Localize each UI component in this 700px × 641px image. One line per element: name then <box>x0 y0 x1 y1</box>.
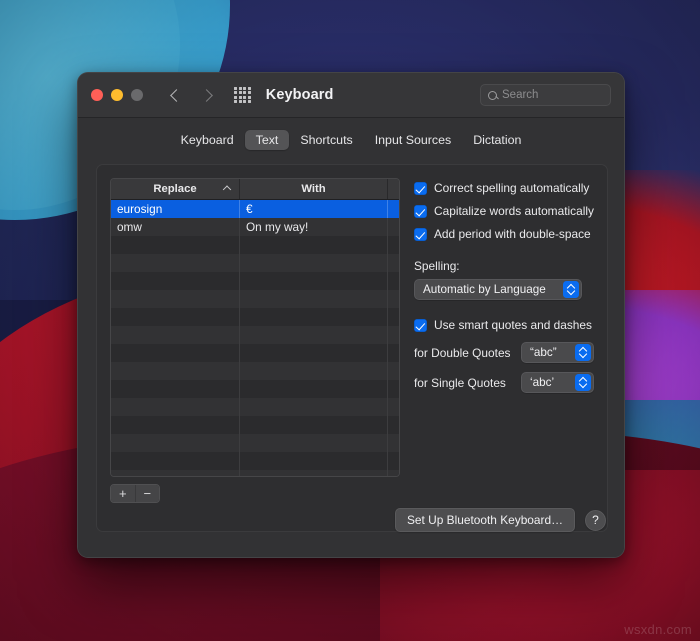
spelling-select[interactable]: Automatic by Language <box>414 279 582 300</box>
forward-icon[interactable] <box>200 88 214 102</box>
preferences-tabbar: Keyboard Text Shortcuts Input Sources Di… <box>96 130 606 150</box>
tab-text[interactable]: Text <box>244 130 290 150</box>
text-settings-panel: Replace With eurosign € omw On my way! +… <box>96 164 608 532</box>
close-button[interactable] <box>91 89 103 101</box>
sort-ascending-icon <box>222 185 232 194</box>
window-titlebar: Keyboard <box>78 73 624 118</box>
zoom-button[interactable] <box>131 89 143 101</box>
double-quotes-select[interactable]: “abc” <box>521 342 594 363</box>
single-quotes-selected-value: ‘abc’ <box>530 376 555 389</box>
checkbox-smart-quotes[interactable]: Use smart quotes and dashes <box>414 318 594 333</box>
checkbox-correct-spelling[interactable]: Correct spelling automatically <box>414 181 594 196</box>
minimize-button[interactable] <box>111 89 123 101</box>
column-header-with[interactable]: With <box>240 179 388 199</box>
table-row-empty[interactable] <box>111 326 399 344</box>
replacements-column: Replace With eurosign € omw On my way! +… <box>110 178 400 518</box>
table-row-empty[interactable] <box>111 380 399 398</box>
table-row-empty[interactable] <box>111 362 399 380</box>
column-header-with-label: With <box>301 183 326 195</box>
table-row-empty[interactable] <box>111 236 399 254</box>
tab-dictation[interactable]: Dictation <box>462 130 532 150</box>
search-field[interactable] <box>480 84 611 106</box>
watermark-text: wsxdn.com <box>624 622 692 637</box>
table-row-empty[interactable] <box>111 416 399 434</box>
cell-replace: eurosign <box>111 200 240 218</box>
desktop-wallpaper: wsxdn.com Keyboard K <box>0 0 700 641</box>
cell-with: € <box>240 200 388 218</box>
checkmark-icon <box>414 319 427 332</box>
window-body: Keyboard Text Shortcuts Input Sources Di… <box>78 118 624 557</box>
navigation-buttons <box>169 88 214 102</box>
page-title: Keyboard <box>265 87 334 103</box>
table-row-empty[interactable] <box>111 452 399 470</box>
single-quotes-row: for Single Quotes ‘abc’ <box>414 372 594 393</box>
single-quotes-label: for Single Quotes <box>414 375 506 390</box>
tab-input-sources[interactable]: Input Sources <box>364 130 462 150</box>
cell-replace: omw <box>111 218 240 236</box>
table-row-empty[interactable] <box>111 398 399 416</box>
checkmark-icon <box>414 228 427 241</box>
table-row-empty[interactable] <box>111 290 399 308</box>
table-header-row: Replace With <box>111 179 399 200</box>
checkmark-icon <box>414 182 427 195</box>
table-row-empty[interactable] <box>111 254 399 272</box>
checkbox-label: Add period with double-space <box>434 227 591 241</box>
table-row-empty[interactable] <box>111 308 399 326</box>
table-body: eurosign € omw On my way! <box>111 200 399 476</box>
checkbox-add-period[interactable]: Add period with double-space <box>414 227 594 242</box>
table-row-empty[interactable] <box>111 344 399 362</box>
column-header-spare <box>388 179 399 199</box>
double-quotes-row: for Double Quotes “abc” <box>414 342 594 363</box>
column-header-replace[interactable]: Replace <box>111 179 240 199</box>
chevron-updown-icon <box>575 344 591 361</box>
spelling-label: Spelling: <box>414 259 460 273</box>
checkbox-label: Use smart quotes and dashes <box>434 318 592 332</box>
checkmark-icon <box>414 205 427 218</box>
chevron-updown-icon <box>563 281 579 298</box>
help-button[interactable]: ? <box>585 509 606 531</box>
tab-shortcuts[interactable]: Shortcuts <box>289 130 363 150</box>
spelling-selected-value: Automatic by Language <box>423 283 546 296</box>
checkbox-label: Capitalize words automatically <box>434 204 594 218</box>
table-row[interactable]: omw On my way! <box>111 218 399 236</box>
search-icon <box>488 90 497 100</box>
show-all-grid-icon[interactable] <box>234 86 251 104</box>
tab-keyboard[interactable]: Keyboard <box>170 130 245 150</box>
search-input[interactable] <box>502 89 603 101</box>
table-row-empty[interactable] <box>111 470 399 476</box>
window-footer: Set Up Bluetooth Keyboard… ? <box>78 497 624 557</box>
keyboard-preferences-window: Keyboard Keyboard Text Shortcuts Input S… <box>77 72 625 558</box>
back-icon[interactable] <box>169 88 183 102</box>
traffic-lights <box>91 89 143 101</box>
column-header-replace-label: Replace <box>153 183 197 195</box>
single-quotes-select[interactable]: ‘abc’ <box>521 372 594 393</box>
cell-with: On my way! <box>240 218 388 236</box>
options-column: Correct spelling automatically Capitaliz… <box>414 178 594 518</box>
checkbox-label: Correct spelling automatically <box>434 181 590 195</box>
double-quotes-label: for Double Quotes <box>414 345 511 360</box>
chevron-updown-icon <box>575 374 591 391</box>
text-replacement-table[interactable]: Replace With eurosign € omw On my way! <box>110 178 400 477</box>
table-row-empty[interactable] <box>111 434 399 452</box>
cell-spare <box>388 218 399 236</box>
table-row[interactable]: eurosign € <box>111 200 399 218</box>
double-quotes-selected-value: “abc” <box>530 346 557 359</box>
table-row-empty[interactable] <box>111 272 399 290</box>
setup-bluetooth-keyboard-button[interactable]: Set Up Bluetooth Keyboard… <box>395 508 575 532</box>
cell-spare <box>388 200 399 218</box>
checkbox-capitalize-words[interactable]: Capitalize words automatically <box>414 204 594 219</box>
